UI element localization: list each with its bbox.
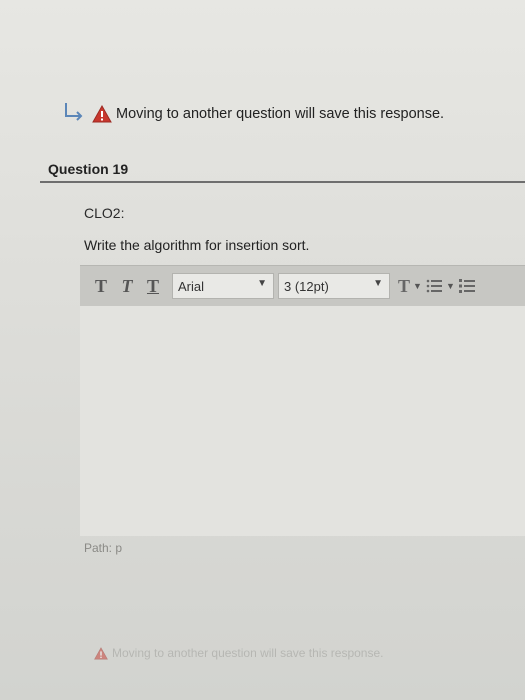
numbered-list-icon[interactable] — [458, 277, 476, 295]
warning-icon — [94, 646, 108, 659]
font-size-select[interactable]: 3 (12pt) ▼ — [278, 273, 390, 299]
save-warning-bottom: Moving to another question will save thi… — [94, 646, 383, 660]
bold-button[interactable]: T — [88, 276, 114, 297]
save-warning-top: Moving to another question will save thi… — [60, 100, 444, 128]
font-size-value: 3 (12pt) — [284, 278, 329, 294]
editor-toolbar: T T T Arial ▼ 3 (12pt) ▼ T ▼ ▼ — [80, 265, 525, 307]
italic-button[interactable]: T — [114, 276, 140, 297]
clo-label: CLO2: — [84, 205, 125, 221]
question-title: Question 19 — [48, 161, 129, 177]
underline-button[interactable]: T — [140, 276, 166, 297]
text-color-dropdown[interactable]: ▼ — [413, 281, 422, 291]
chevron-down-icon: ▼ — [257, 278, 267, 289]
question-prompt: Write the algorithm for insertion sort. — [84, 237, 310, 253]
page: Moving to another question will save thi… — [0, 0, 525, 700]
return-arrow-icon — [65, 103, 83, 121]
chevron-down-icon: ▼ — [373, 278, 383, 289]
warning-icon — [92, 105, 112, 123]
warning-text: Moving to another question will save thi… — [112, 646, 384, 660]
answer-text-area[interactable] — [80, 306, 525, 536]
question-header: Question 19 — [40, 153, 525, 183]
bulleted-list-icon[interactable] — [425, 277, 443, 295]
bulleted-list-dropdown[interactable]: ▼ — [446, 281, 455, 291]
font-family-value: Arial — [178, 278, 205, 294]
text-color-button[interactable]: T — [398, 276, 410, 297]
editor-path: Path: p — [84, 541, 123, 555]
warning-text: Moving to another question will save thi… — [116, 106, 445, 122]
font-family-select[interactable]: Arial ▼ — [172, 273, 274, 299]
